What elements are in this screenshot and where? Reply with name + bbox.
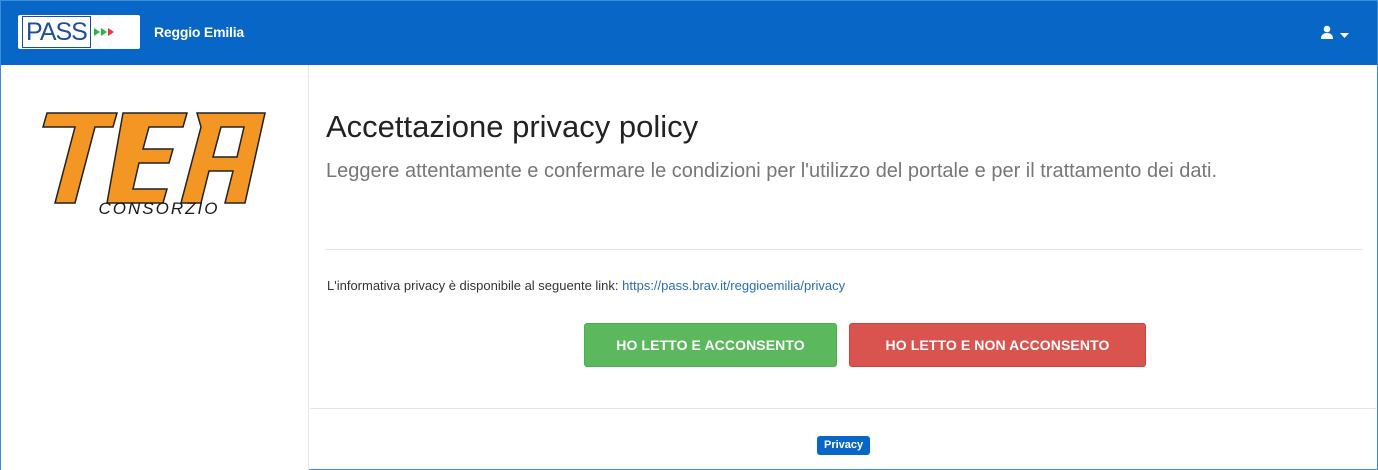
decline-button[interactable]: HO LETTO E NON ACCONSENTO	[849, 323, 1146, 367]
tea-logo-subtext: CONSORZIO	[99, 199, 220, 217]
privacy-info-text: L'informativa privacy è disponibile al s…	[327, 278, 623, 293]
main-content: Accettazione privacy policy Leggere atte…	[310, 65, 1376, 470]
privacy-link[interactable]: https://pass.brav.it/reggioemilia/privac…	[622, 278, 845, 293]
sidebar: CONSORZIO	[1, 65, 309, 470]
top-navbar: PASS Reggio Emilia	[1, 1, 1377, 65]
pass-logo[interactable]: PASS	[18, 15, 140, 49]
caret-down-icon	[1340, 26, 1349, 44]
user-menu[interactable]	[1320, 25, 1349, 44]
divider	[326, 249, 1362, 250]
page-subtitle: Leggere attentamente e confermare le con…	[326, 160, 1217, 182]
brand[interactable]: PASS Reggio Emilia	[18, 15, 244, 49]
privacy-footer-link[interactable]: Privacy	[817, 436, 871, 455]
user-icon	[1320, 25, 1334, 44]
app-title: Reggio Emilia	[154, 24, 244, 40]
accept-button[interactable]: HO LETTO E ACCONSENTO	[584, 323, 837, 367]
footer-divider	[310, 408, 1376, 409]
privacy-info: L'informativa privacy è disponibile al s…	[327, 278, 845, 293]
arrows-icon	[93, 26, 116, 38]
pass-logo-text: PASS	[22, 16, 91, 48]
tea-consorzio-logo: CONSORZIO	[41, 105, 271, 222]
page-title: Accettazione privacy policy	[326, 109, 699, 144]
